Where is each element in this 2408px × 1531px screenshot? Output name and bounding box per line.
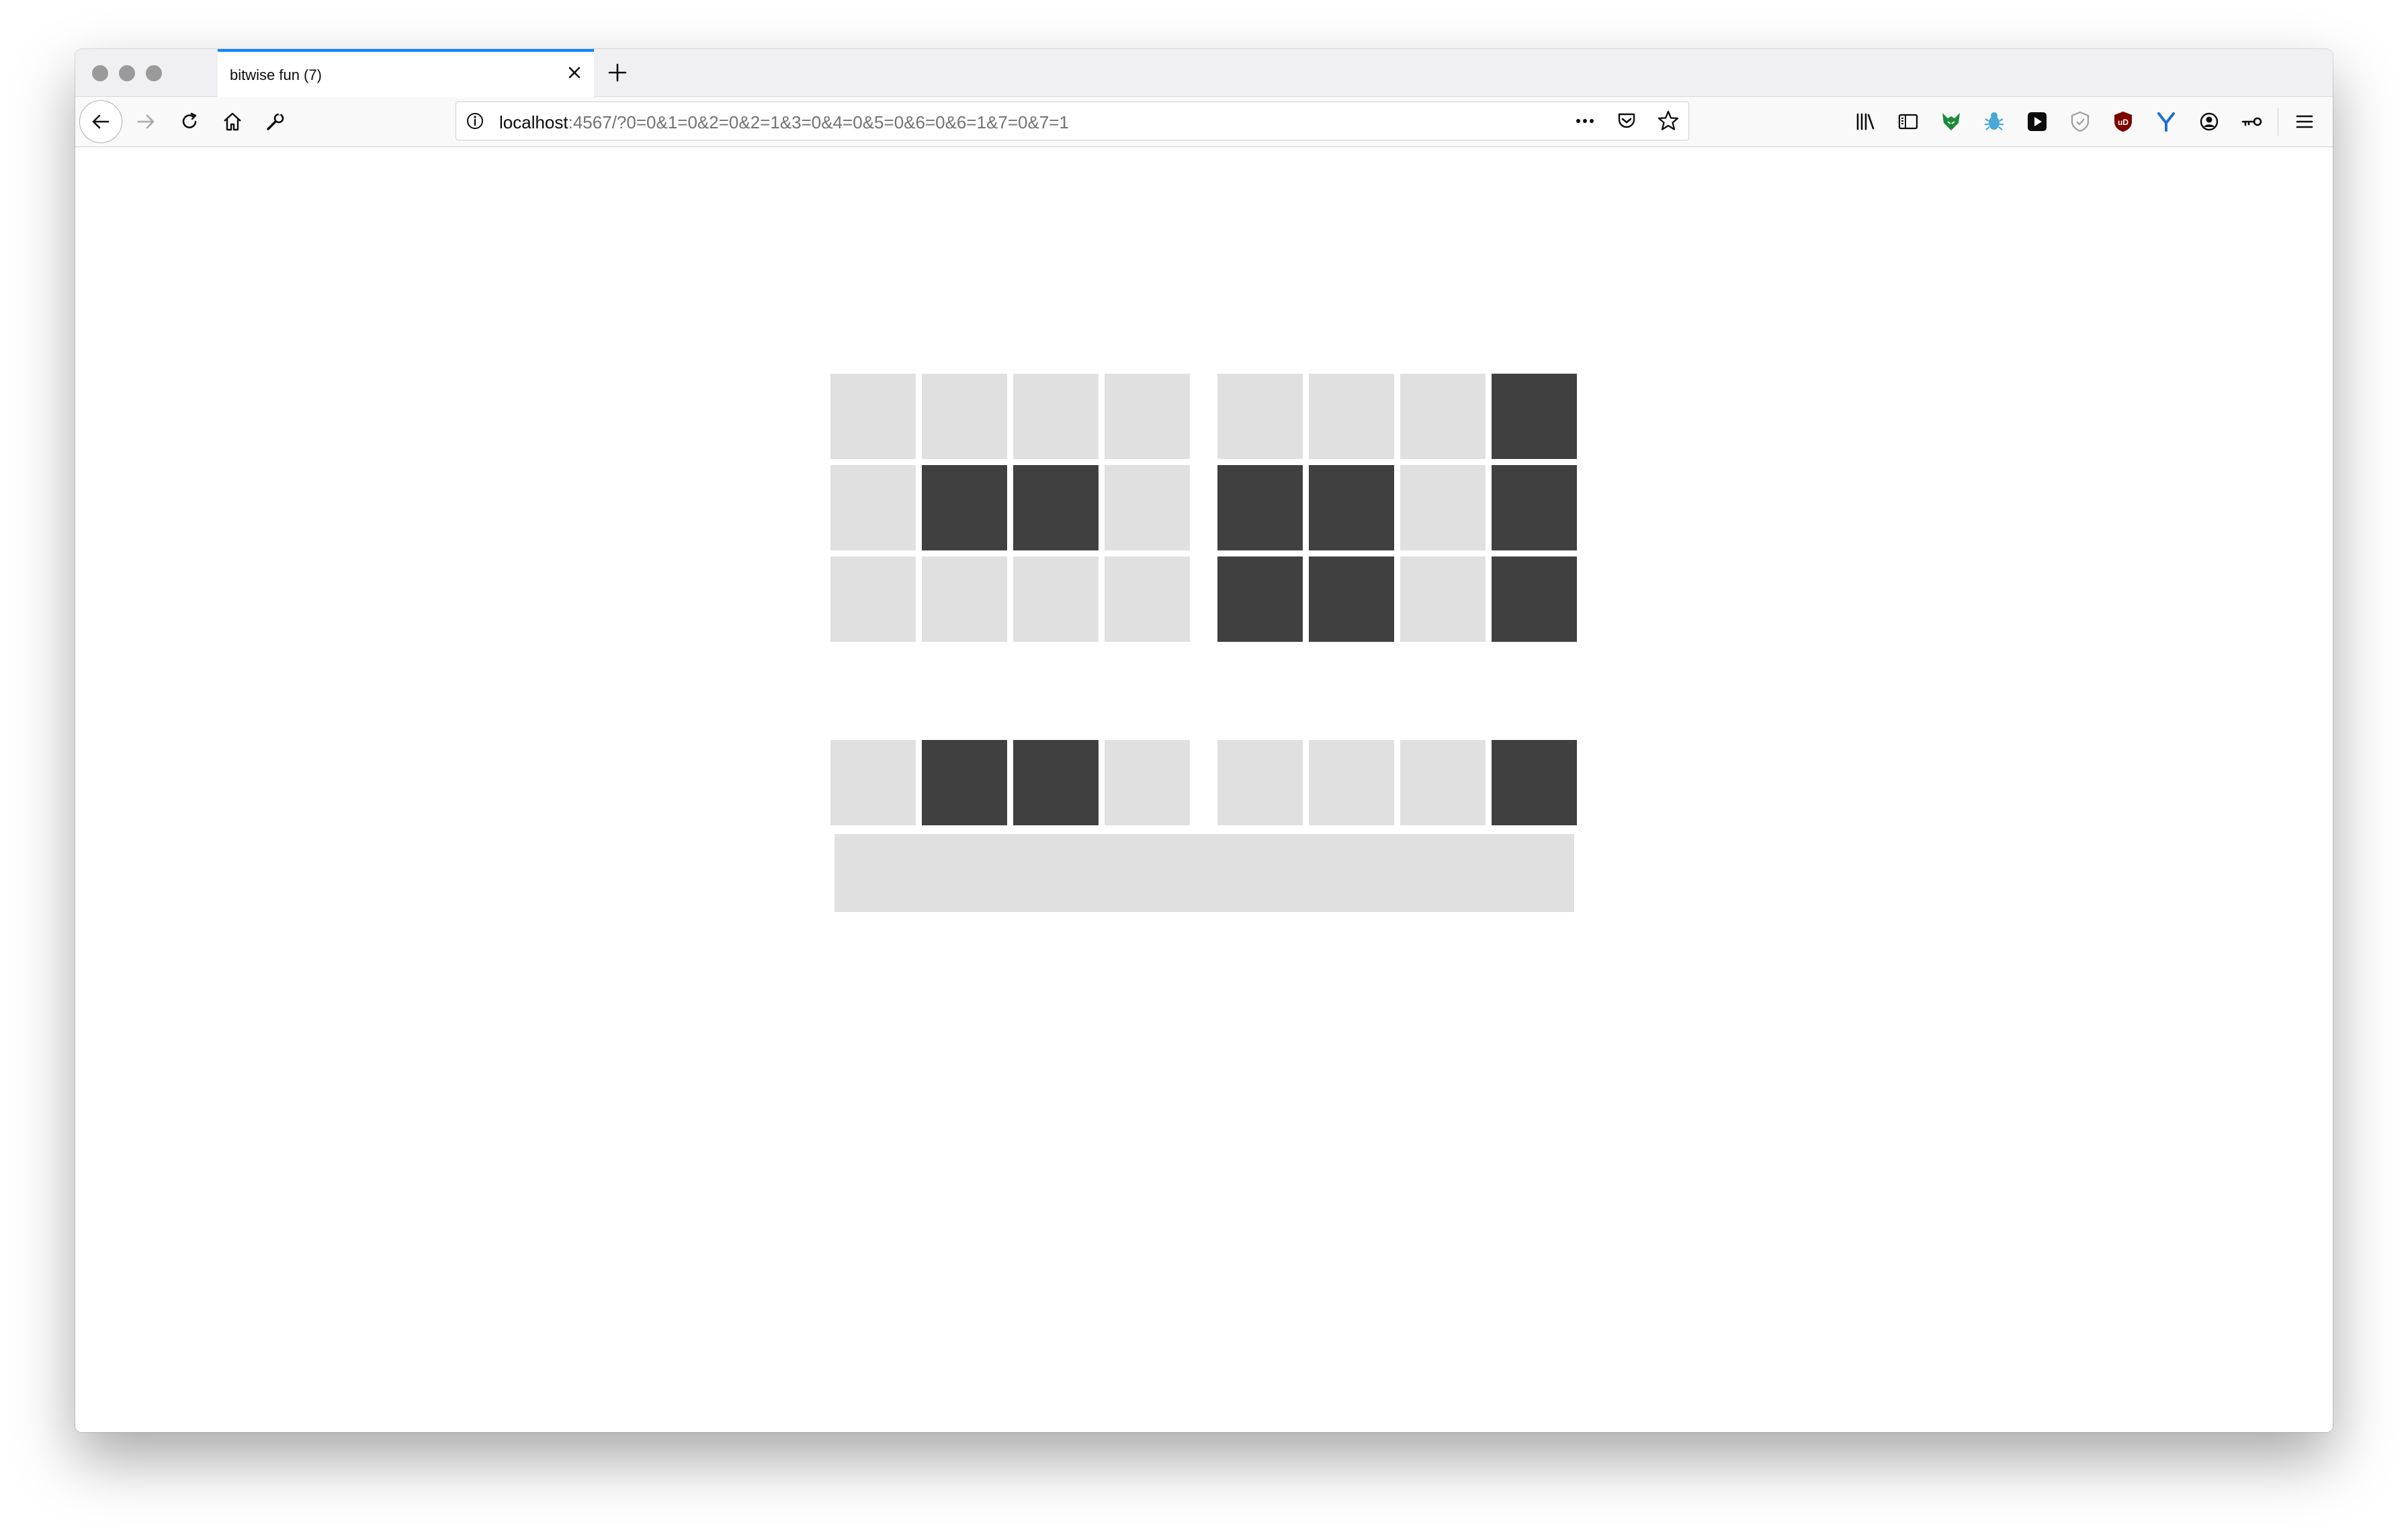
developer-tools-button[interactable] bbox=[254, 97, 297, 147]
result-bit-cell[interactable] bbox=[1492, 740, 1577, 825]
bit-cell[interactable] bbox=[1013, 374, 1099, 459]
tab-bitwise-fun[interactable]: bitwise fun (7) bbox=[218, 49, 594, 97]
page-actions-icon[interactable] bbox=[1573, 109, 1597, 133]
back-arrow-icon bbox=[92, 114, 110, 129]
key-icon[interactable] bbox=[2240, 110, 2264, 134]
info-icon[interactable] bbox=[466, 112, 484, 130]
bit-cell[interactable] bbox=[1105, 465, 1190, 550]
url-path: :4567/?0=0&1=0&2=0&2=1&3=0&4=0&5=0&6=0&6… bbox=[568, 112, 1069, 132]
bit-cell[interactable] bbox=[1217, 465, 1303, 550]
bookmark-star-icon[interactable] bbox=[1656, 109, 1680, 133]
browser-window: bitwise fun (7) localhost:4567/?0=0&1=0&… bbox=[75, 49, 2333, 1432]
bit-cell[interactable] bbox=[922, 465, 1007, 550]
result-bit-cell[interactable] bbox=[1105, 740, 1190, 825]
window-minimize-button[interactable] bbox=[119, 65, 135, 81]
bit-cell[interactable] bbox=[1309, 556, 1394, 642]
play-extension-icon[interactable] bbox=[2025, 110, 2049, 134]
bit-cell[interactable] bbox=[830, 465, 916, 550]
bit-cell[interactable] bbox=[1309, 374, 1394, 459]
tab-title: bitwise fun (7) bbox=[230, 67, 322, 83]
bit-cell[interactable] bbox=[1217, 374, 1303, 459]
tab-strip: bitwise fun (7) bbox=[75, 49, 2333, 97]
bit-cell[interactable] bbox=[1105, 556, 1190, 642]
pocket-icon[interactable] bbox=[1615, 109, 1639, 133]
fox-extension-icon[interactable] bbox=[1939, 110, 1963, 134]
wrench-icon bbox=[267, 110, 284, 130]
window-close-button[interactable] bbox=[92, 65, 108, 81]
reload-button[interactable] bbox=[168, 97, 211, 147]
result-bit-cell[interactable] bbox=[1309, 740, 1394, 825]
library-icon[interactable] bbox=[1853, 110, 1877, 134]
bit-cell[interactable] bbox=[1400, 556, 1486, 642]
bit-cell[interactable] bbox=[830, 374, 916, 459]
svg-text:uD: uD bbox=[2118, 118, 2128, 127]
bit-cell[interactable] bbox=[1492, 374, 1577, 459]
home-icon bbox=[224, 112, 241, 131]
bit-cell[interactable] bbox=[1492, 556, 1577, 642]
bit-cell[interactable] bbox=[1400, 465, 1486, 550]
page: bitwise fun (7) localhost:4567/?0=0&1=0&… bbox=[0, 0, 2408, 1531]
back-button[interactable] bbox=[79, 97, 122, 147]
forward-arrow-icon bbox=[137, 114, 155, 129]
bit-cell[interactable] bbox=[1013, 556, 1099, 642]
url-bar[interactable]: localhost:4567/?0=0&1=0&2=0&2=1&3=0&4=0&… bbox=[456, 101, 1689, 140]
url-actions bbox=[1573, 102, 1680, 140]
y-extension-icon[interactable] bbox=[2154, 110, 2178, 134]
shield-extension-icon[interactable] bbox=[2068, 110, 2092, 134]
close-icon[interactable] bbox=[564, 63, 585, 83]
forward-button[interactable] bbox=[124, 97, 167, 147]
new-tab-icon[interactable] bbox=[606, 61, 629, 84]
debugger-extension-icon[interactable] bbox=[1982, 110, 2006, 134]
result-bit-cell[interactable] bbox=[922, 740, 1007, 825]
navigation-toolbar: localhost:4567/?0=0&1=0&2=0&2=1&3=0&4=0&… bbox=[75, 97, 2333, 147]
result-bit-cell[interactable] bbox=[1013, 740, 1099, 825]
url-host: localhost bbox=[499, 112, 568, 132]
page-content bbox=[75, 147, 2333, 1432]
result-bar[interactable] bbox=[834, 834, 1574, 912]
menu-icon[interactable] bbox=[2292, 110, 2317, 134]
bit-cell[interactable] bbox=[830, 556, 916, 642]
bit-cell[interactable] bbox=[922, 374, 1007, 459]
ublock-origin-icon[interactable]: uD bbox=[2111, 110, 2135, 134]
bit-cell[interactable] bbox=[1309, 465, 1394, 550]
result-bit-cell[interactable] bbox=[830, 740, 916, 825]
bit-cell[interactable] bbox=[922, 556, 1007, 642]
account-icon[interactable] bbox=[2197, 110, 2221, 134]
reload-icon bbox=[182, 112, 197, 128]
bit-cell[interactable] bbox=[1217, 556, 1303, 642]
url-text: localhost:4567/?0=0&1=0&2=0&2=1&3=0&4=0&… bbox=[499, 112, 1069, 133]
sidebar-icon[interactable] bbox=[1896, 110, 1920, 134]
result-bit-cell[interactable] bbox=[1217, 740, 1303, 825]
window-maximize-button[interactable] bbox=[146, 65, 162, 81]
bit-cell[interactable] bbox=[1492, 465, 1577, 550]
result-bit-cell[interactable] bbox=[1400, 740, 1486, 825]
bit-cell[interactable] bbox=[1013, 465, 1099, 550]
bit-cell[interactable] bbox=[1105, 374, 1190, 459]
home-button[interactable] bbox=[211, 97, 254, 147]
bit-cell[interactable] bbox=[1400, 374, 1486, 459]
